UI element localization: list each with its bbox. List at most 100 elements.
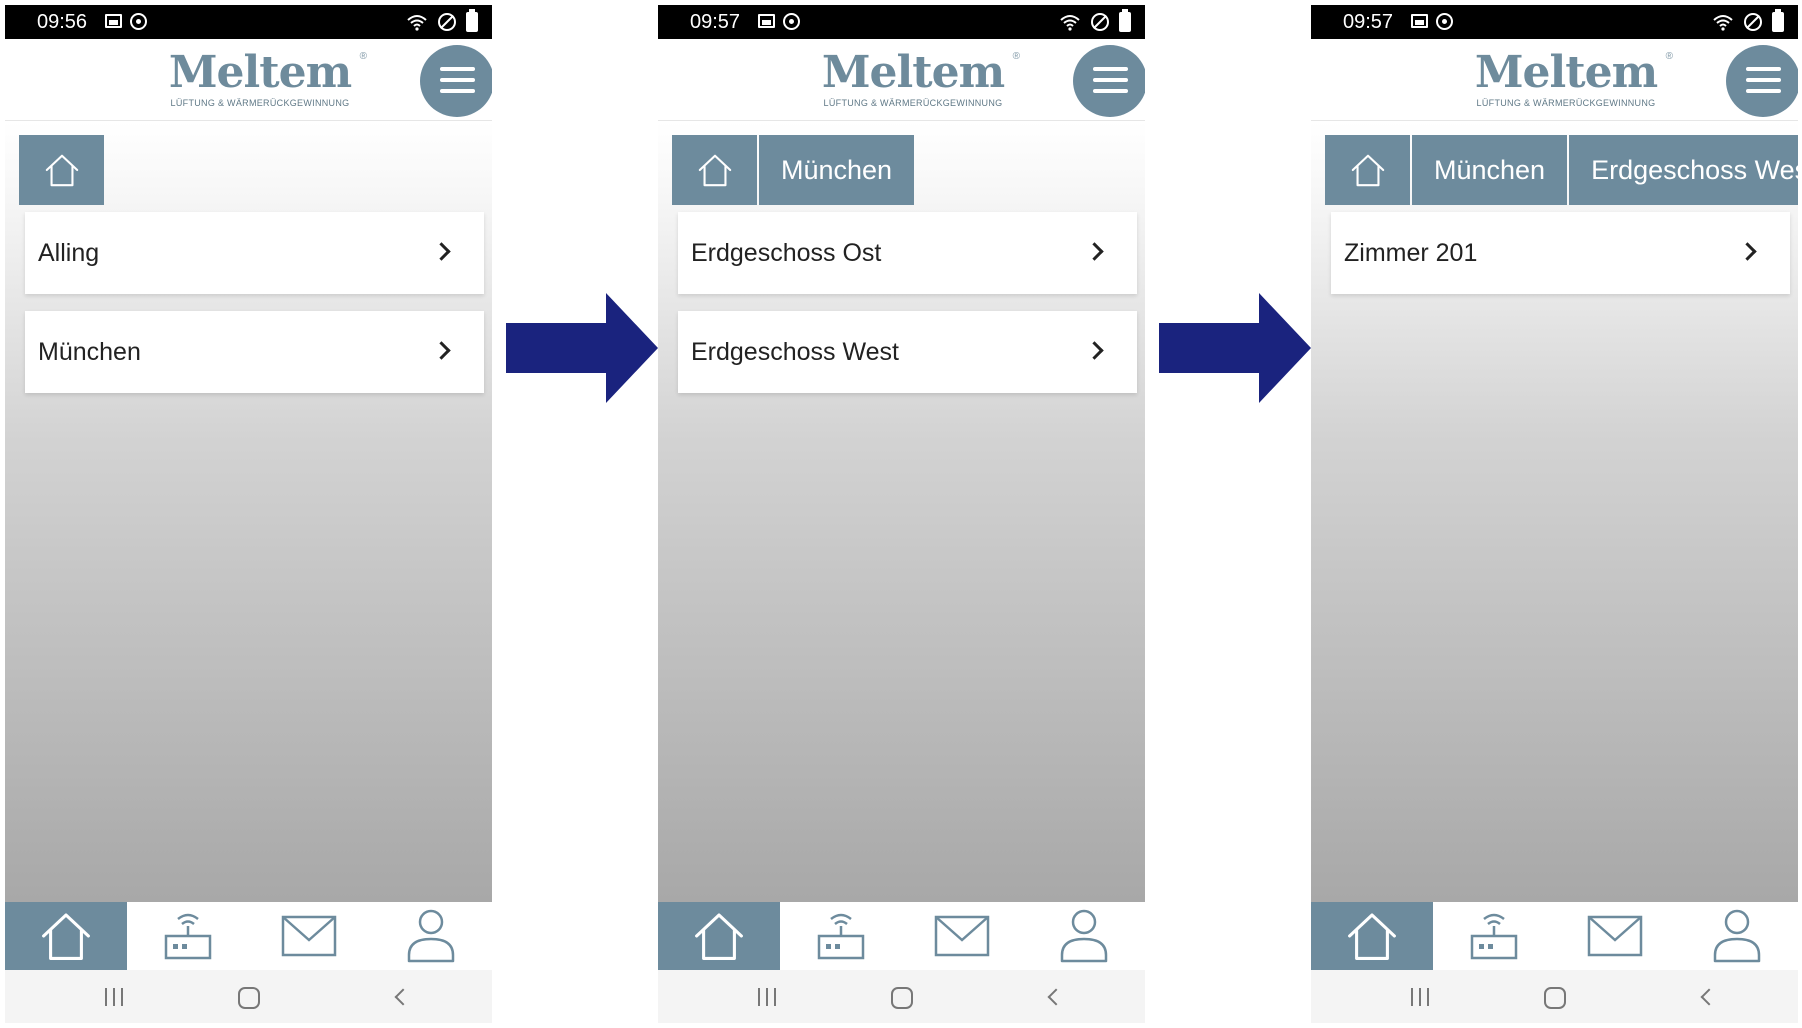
nav-tab-mail[interactable] bbox=[902, 902, 1024, 970]
hamburger-menu-icon[interactable] bbox=[1726, 45, 1798, 117]
app-header: Meltem ® LÜFTUNG & WÄRMERÜCKGEWINNUNG bbox=[658, 39, 1145, 121]
chevron-right-icon bbox=[432, 341, 451, 360]
location-list: Alling München bbox=[25, 212, 484, 410]
logo-registered-mark: ® bbox=[1012, 51, 1020, 62]
recent-bar bbox=[1411, 988, 1413, 1006]
breadcrumb-item[interactable]: Erdgeschoss West bbox=[1569, 135, 1798, 205]
system-nav-bar bbox=[658, 970, 1145, 1023]
chevron-right-icon bbox=[432, 242, 451, 261]
nav-tab-device[interactable] bbox=[780, 902, 902, 970]
menu-bar bbox=[440, 89, 475, 93]
list-item[interactable]: Alling bbox=[25, 212, 484, 294]
nav-tab-home[interactable] bbox=[1311, 902, 1433, 970]
meltem-logo: Meltem ® LÜFTUNG & WÄRMERÜCKGEWINNUNG bbox=[1461, 49, 1673, 111]
list-item-label: Erdgeschoss Ost bbox=[691, 239, 882, 267]
bottom-nav bbox=[1311, 902, 1798, 970]
list-item-label: Alling bbox=[38, 239, 100, 267]
user-icon bbox=[1713, 909, 1761, 963]
sync-notification-icon bbox=[1436, 13, 1453, 30]
chevron-right-icon bbox=[1738, 242, 1757, 261]
content-area: München Erdgeschoss West Zimmer 201 bbox=[1311, 122, 1798, 902]
chevron-right-icon bbox=[1085, 341, 1104, 360]
system-nav-bar bbox=[5, 970, 492, 1023]
content-area: Alling München bbox=[5, 122, 492, 902]
status-bar: 09:57 bbox=[658, 5, 1145, 39]
nav-tab-mail[interactable] bbox=[1555, 902, 1677, 970]
nav-tab-device[interactable] bbox=[1433, 902, 1555, 970]
app-header: Meltem ® LÜFTUNG & WÄRMERÜCKGEWINNUNG bbox=[1311, 39, 1798, 121]
list-item[interactable]: Erdgeschoss Ost bbox=[678, 212, 1137, 294]
recent-apps-icon[interactable] bbox=[1411, 988, 1433, 1006]
home-icon bbox=[1347, 913, 1396, 960]
menu-bar bbox=[440, 67, 475, 71]
system-nav-bar bbox=[1311, 970, 1798, 1023]
breadcrumb-item[interactable]: München bbox=[1412, 135, 1568, 205]
list-item[interactable]: Zimmer 201 bbox=[1331, 212, 1790, 294]
recent-apps-icon[interactable] bbox=[758, 988, 780, 1006]
logo-tagline: LÜFTUNG & WÄRMERÜCKGEWINNUNG bbox=[170, 98, 350, 108]
status-bar: 09:57 bbox=[1311, 5, 1798, 39]
list-item[interactable]: Erdgeschoss West bbox=[678, 311, 1137, 393]
recent-bar bbox=[766, 988, 768, 1006]
recent-bar bbox=[758, 988, 760, 1006]
breadcrumb-home-button[interactable] bbox=[19, 135, 104, 205]
menu-bar bbox=[440, 78, 475, 82]
system-home-icon[interactable] bbox=[238, 987, 260, 1009]
back-icon[interactable] bbox=[1047, 988, 1065, 1006]
gallery-notification-icon bbox=[1411, 14, 1428, 28]
nav-tab-user[interactable] bbox=[1676, 902, 1798, 970]
hamburger-menu-icon[interactable] bbox=[1073, 45, 1145, 117]
hamburger-menu-icon[interactable] bbox=[420, 45, 492, 117]
menu-bar bbox=[1746, 89, 1781, 93]
logo-wordmark: Meltem bbox=[821, 47, 1005, 98]
meltem-logo: Meltem ® LÜFTUNG & WÄRMERÜCKGEWINNUNG bbox=[808, 47, 1020, 111]
bottom-nav bbox=[658, 902, 1145, 970]
recent-bar bbox=[105, 988, 107, 1006]
location-list: Erdgeschoss Ost Erdgeschoss West bbox=[678, 212, 1137, 410]
status-bar: 09:56 bbox=[5, 5, 492, 39]
do-not-disturb-icon bbox=[1091, 13, 1109, 31]
recent-bar bbox=[1427, 988, 1429, 1006]
bottom-nav bbox=[5, 902, 492, 970]
nav-tab-user[interactable] bbox=[1023, 902, 1145, 970]
mail-icon bbox=[1588, 915, 1643, 957]
mail-icon bbox=[935, 915, 990, 957]
meltem-logo: Meltem ® LÜFTUNG & WÄRMERÜCKGEWINNUNG bbox=[155, 49, 367, 111]
nav-tab-mail[interactable] bbox=[249, 902, 371, 970]
back-icon[interactable] bbox=[1700, 988, 1718, 1006]
recent-bar bbox=[774, 988, 776, 1006]
system-home-icon[interactable] bbox=[1544, 987, 1566, 1009]
nav-tab-user[interactable] bbox=[370, 902, 492, 970]
mail-icon bbox=[282, 915, 337, 957]
gallery-notification-icon bbox=[758, 14, 775, 28]
gallery-notification-icon bbox=[105, 14, 122, 28]
breadcrumb-home-button[interactable] bbox=[672, 135, 757, 205]
logo-tagline: LÜFTUNG & WÄRMERÜCKGEWINNUNG bbox=[823, 98, 1003, 108]
recent-bar bbox=[121, 988, 123, 1006]
recent-apps-icon[interactable] bbox=[105, 988, 127, 1006]
nav-tab-device[interactable] bbox=[127, 902, 249, 970]
sync-notification-icon bbox=[783, 13, 800, 30]
status-time: 09:56 bbox=[37, 11, 88, 33]
breadcrumb-home-button[interactable] bbox=[1325, 135, 1410, 205]
user-icon bbox=[407, 909, 455, 963]
nav-tab-home[interactable] bbox=[5, 902, 127, 970]
system-home-icon[interactable] bbox=[891, 987, 913, 1009]
list-item-label: Zimmer 201 bbox=[1344, 239, 1478, 267]
back-icon[interactable] bbox=[394, 988, 412, 1006]
nav-tab-home[interactable] bbox=[658, 902, 780, 970]
wifi-icon bbox=[1059, 12, 1081, 32]
location-list: Zimmer 201 bbox=[1331, 212, 1790, 311]
do-not-disturb-icon bbox=[438, 13, 456, 31]
phone-screen-2: 09:57 Meltem ® LÜFTUNG & WÄRMERÜCKGEWINNUNG… bbox=[658, 5, 1145, 1023]
app-header: Meltem ® LÜFTUNG & WÄRMERÜCKGEWINNUNG bbox=[5, 39, 492, 121]
flow-arrow-icon bbox=[1159, 293, 1311, 408]
battery-icon bbox=[1119, 9, 1131, 32]
device-icon bbox=[164, 913, 211, 960]
content-area: München Erdgeschoss Ost Erdgeschoss West bbox=[658, 122, 1145, 902]
breadcrumb-item[interactable]: München bbox=[759, 135, 915, 205]
breadcrumb: München bbox=[672, 135, 915, 205]
device-icon bbox=[1470, 913, 1517, 960]
list-item[interactable]: München bbox=[25, 311, 484, 393]
menu-bar bbox=[1093, 78, 1128, 82]
